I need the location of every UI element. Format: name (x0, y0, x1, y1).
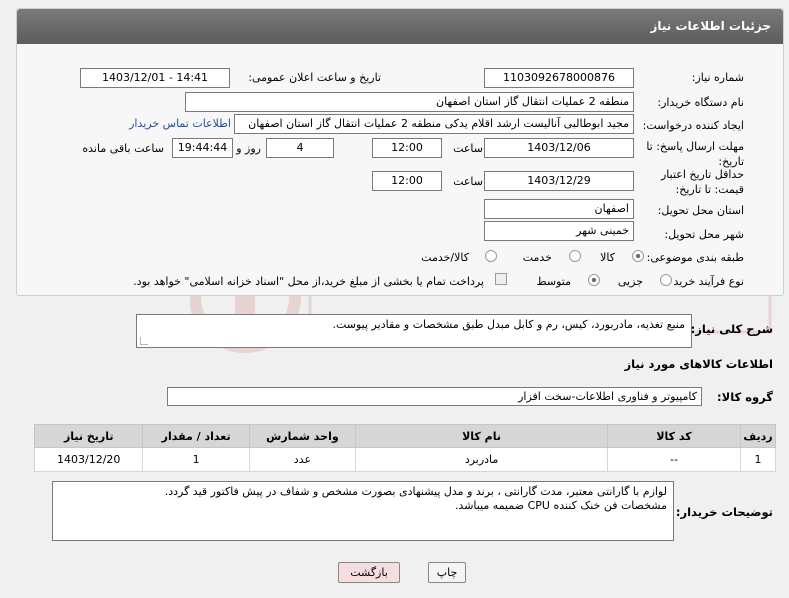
category-both-label: کالا/خدمت (421, 251, 469, 264)
process-minor-radio[interactable] (660, 274, 672, 286)
announce-date-field: 1403/12/01 - 14:41 (80, 68, 230, 88)
row-code: -- (607, 447, 741, 472)
category-service-label: خدمت (522, 251, 552, 264)
category-goods-label: کالا (600, 251, 615, 264)
treasury-payment-checkbox[interactable] (495, 273, 507, 285)
process-medium-label: متوسط (536, 275, 571, 288)
goods-table: ردیف کد کالا نام کالا واحد شمارش تعداد /… (33, 424, 777, 472)
col-qty: تعداد / مقدار (142, 424, 250, 448)
creator-field: مجید ابوطالبی آنالیست ارشد اقلام یدکی من… (234, 114, 634, 134)
category-both-radio[interactable] (485, 250, 497, 262)
days-remaining-field: 4 (266, 138, 334, 158)
process-minor-label: جزیی (617, 275, 643, 288)
col-unit: واحد شمارش (248, 424, 357, 448)
table-row: 1 -- مادربرد عدد 1 1403/12/20 (33, 447, 777, 472)
province-field: اصفهان (484, 199, 634, 219)
summary-textarea[interactable]: منبع تغذیه، مادربورد، کیس، رم و کابل مبد… (136, 314, 692, 348)
process-medium-radio[interactable] (588, 274, 600, 286)
reply-deadline-label: مهلت ارسال پاسخ: تا تاریخ: (646, 140, 744, 168)
col-index: ردیف (739, 424, 777, 448)
panel-title: جزئیات اطلاعات نیاز (17, 9, 783, 44)
city-label: شهر محل تحویل: (664, 228, 744, 241)
remaining-time-label: ساعت باقی مانده (82, 142, 164, 155)
goods-section-title: اطلاعات کالاهای مورد نیاز (624, 357, 773, 371)
announce-date-label: تاریخ و ساعت اعلان عمومی: (248, 71, 381, 84)
remaining-time-field: 19:44:44 (172, 138, 233, 158)
price-deadline-label: حداقل تاریخ اعتبار قیمت: تا تاریخ: (660, 168, 744, 196)
reply-time-label: ساعت (453, 142, 483, 155)
back-button[interactable]: بازگشت (338, 562, 400, 583)
need-number-label: شماره نیاز: (691, 71, 744, 84)
summary-label: شرح کلی نیاز: (690, 322, 773, 336)
creator-label: ایجاد کننده درخواست: (642, 119, 744, 132)
buyer-org-label: نام دستگاه خریدار: (657, 96, 744, 109)
row-qty: 1 (142, 447, 250, 472)
col-name: نام کالا (355, 424, 609, 448)
print-button[interactable]: چاپ (428, 562, 466, 583)
buyer-notes-textarea[interactable]: لوازم با گارانتی معتبر، مدت گارانتی ، بر… (52, 481, 674, 541)
row-date: 1403/12/20 (33, 447, 144, 472)
province-label: استان محل تحویل: (657, 204, 744, 217)
row-index: 1 (739, 447, 777, 472)
resize-handle-icon[interactable] (140, 337, 148, 345)
buyer-notes-line-1: لوازم با گارانتی معتبر، مدت گارانتی ، بر… (164, 485, 667, 498)
category-service-radio[interactable] (569, 250, 581, 262)
buyer-notes-line-2: مشخصات فن خنک کننده CPU ضمیمه میباشد. (454, 499, 667, 512)
need-number-field: 1103092678000876 (484, 68, 634, 88)
summary-text: منبع تغذیه، مادربورد، کیس، رم و کابل مبد… (332, 318, 685, 331)
buyer-contact-link[interactable]: اطلاعات تماس خریدار (129, 117, 231, 130)
reply-time-field: 12:00 (372, 138, 442, 158)
category-label: طبقه بندی موضوعی: (646, 251, 744, 264)
price-time-label: ساعت (453, 175, 483, 188)
price-date-field: 1403/12/29 (484, 171, 634, 191)
treasury-payment-note: پرداخت تمام یا بخشی از مبلغ خرید،از محل … (133, 275, 484, 288)
city-field: خمینی شهر (484, 221, 634, 241)
goods-group-field: کامپیوتر و فناوری اطلاعات-سخت افزار (167, 387, 702, 406)
col-date: تاریخ نیاز (33, 424, 144, 448)
buyer-notes-label: توضیحات خریدار: (675, 505, 773, 519)
process-label: نوع فرآیند خرید : (666, 275, 744, 288)
col-code: کد کالا (607, 424, 741, 448)
goods-group-label: گروه کالا: (717, 390, 773, 404)
row-name: مادربرد (355, 447, 609, 472)
row-unit: عدد (248, 447, 357, 472)
reply-date-field: 1403/12/06 (484, 138, 634, 158)
days-label: روز و (236, 142, 261, 155)
buyer-org-field: منطقه 2 عملیات انتقال گاز استان اصفهان (185, 92, 634, 112)
price-time-field: 12:00 (372, 171, 442, 191)
goods-table-header: ردیف کد کالا نام کالا واحد شمارش تعداد /… (33, 424, 777, 448)
category-goods-radio[interactable] (632, 250, 644, 262)
